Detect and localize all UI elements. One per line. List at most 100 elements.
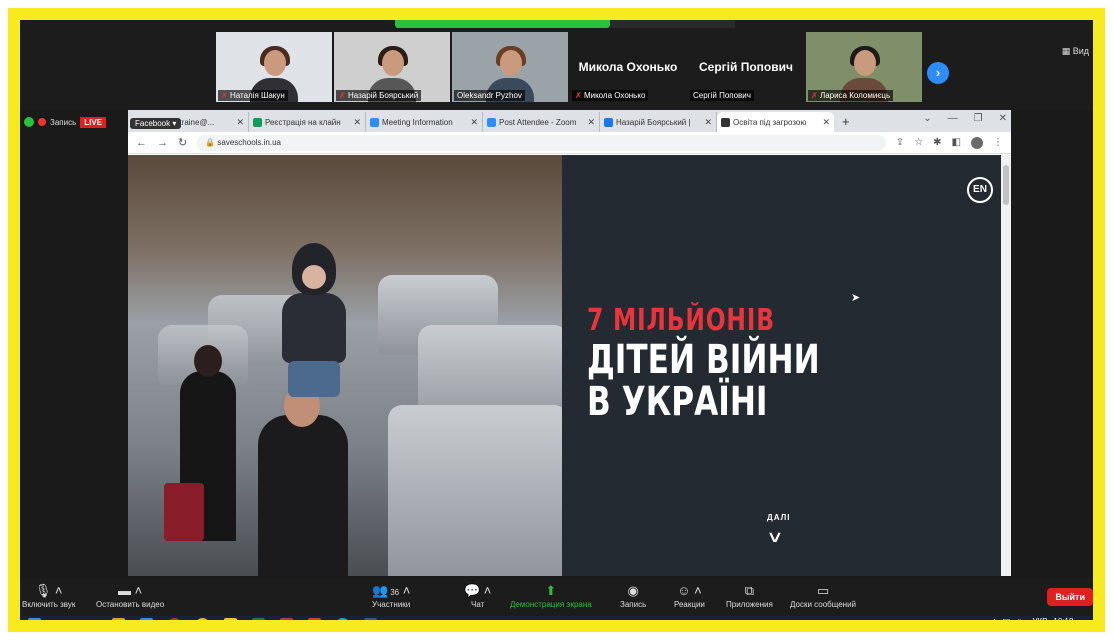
reactions-icon: ☺ ˄ — [677, 583, 702, 598]
search-icon[interactable]: ⌕ — [48, 616, 76, 621]
whiteboards-button[interactable]: ▭ Доски сообщений — [790, 582, 856, 609]
tab-search-icon[interactable]: ⌄ — [923, 113, 931, 124]
participants-button[interactable]: 👥 36 ˄ Участники — [372, 582, 410, 609]
tab-close-icon[interactable]: ✕ — [587, 117, 595, 128]
menu-icon[interactable]: ⋮ — [993, 137, 1003, 149]
page-scrollbar[interactable] — [1001, 155, 1011, 576]
word-app-icon[interactable] — [356, 616, 384, 620]
tab-title: Освіта під загрозою — [733, 117, 807, 127]
tab-close-icon[interactable]: ✕ — [236, 117, 244, 128]
telegram-app-icon[interactable] — [328, 616, 356, 620]
reload-icon[interactable]: ↻ — [178, 136, 187, 149]
participant-big-name: Микола Охонько — [578, 60, 678, 74]
sharing-indicator[interactable] — [395, 20, 610, 28]
tab-close-icon[interactable]: ✕ — [470, 117, 478, 128]
tab-favicon-icon — [253, 117, 262, 127]
record-label: Запись — [620, 600, 647, 609]
maximize-icon[interactable]: ❐ — [974, 113, 983, 124]
apps-label: Приложения — [726, 600, 773, 609]
language-switch-button[interactable]: EN — [967, 177, 993, 203]
next-participants-icon[interactable]: › — [927, 62, 949, 84]
participants-label: Участники — [372, 600, 411, 609]
live-badge[interactable]: LIVE — [80, 116, 107, 128]
participant-tile[interactable]: Наталія Шакун — [216, 32, 332, 102]
leave-meeting-button[interactable]: Выйти — [1047, 588, 1093, 606]
browser-tab[interactable]: Meeting Information ✕ — [366, 112, 483, 132]
powerpoint-app-icon[interactable] — [300, 616, 328, 620]
browser-tab[interactable]: Реєстрація на клайн ✕ — [249, 112, 366, 132]
minimize-icon[interactable]: — — [948, 113, 958, 124]
sharing-controls[interactable] — [610, 20, 735, 28]
zoom-video-strip: ▦ Вид Наталія Шакун Назарій Боярський Ol… — [20, 20, 1093, 110]
back-icon[interactable]: ← — [136, 137, 147, 149]
forward-icon[interactable]: → — [157, 137, 168, 149]
chevron-down-icon[interactable]: ∨ — [766, 527, 784, 547]
zoom-app-icon[interactable] — [132, 616, 160, 620]
network-icon[interactable]: ▤ — [1003, 617, 1011, 620]
participant-name: Микола Охонько — [572, 90, 649, 101]
view-button[interactable]: ▦ Вид — [1062, 46, 1089, 57]
tab-title: Meeting Information — [382, 117, 453, 127]
tab-close-icon[interactable]: ✕ — [353, 117, 361, 128]
flag-app-icon[interactable] — [272, 616, 300, 620]
participants-icon: 👥 36 ˄ — [372, 583, 411, 598]
mouse-cursor-icon: ➤ — [851, 292, 861, 304]
share-screen-icon: ⬆ — [545, 583, 557, 598]
browser-tab-active[interactable]: Освіта під загрозою ✕ — [717, 112, 834, 132]
excel-app-icon[interactable] — [244, 616, 272, 620]
reactions-label: Реакции — [674, 600, 705, 609]
browser-tab[interactable]: Post Attendee - Zoom ✕ — [483, 112, 600, 132]
browser-toolbar: ⇪ ☆ ✱ ◧ ⋮ — [896, 136, 1003, 149]
tab-close-icon[interactable]: ✕ — [704, 117, 712, 128]
taskbar-app-icon[interactable] — [104, 616, 132, 620]
url-field[interactable]: 🔒 saveschools.in.ua — [197, 134, 886, 151]
reactions-button[interactable]: ☺ ˄ Реакции — [674, 582, 705, 609]
start-windows-icon[interactable] — [20, 616, 48, 620]
opera-app-icon[interactable] — [160, 616, 188, 620]
bookmark-star-icon[interactable]: ☆ — [914, 137, 923, 149]
recording-dot-icon — [38, 118, 46, 126]
explorer-app-icon[interactable] — [216, 616, 244, 620]
notifications-icon[interactable]: ▭ — [1079, 617, 1087, 620]
side-panel-icon[interactable]: ◧ — [952, 137, 961, 149]
system-tray: ˄ ▤ 🔈 УКР 10:18 ▭ — [992, 617, 1087, 620]
participant-name: Oleksandr Pyzhov — [454, 90, 525, 101]
profile-avatar[interactable] — [971, 136, 983, 149]
tab-favicon-icon — [370, 117, 379, 127]
record-button[interactable]: ◉ Запись — [620, 582, 646, 609]
task-view-icon[interactable]: ⧉ — [76, 616, 104, 621]
participant-big-name: Сергій Попович — [699, 60, 793, 74]
chat-button[interactable]: 💬 ˄ Чат — [464, 582, 491, 609]
unmute-button[interactable]: 🎙 ˄ Включить звук — [22, 582, 75, 609]
headline-line1: 7 МІЛЬЙОНІВ — [587, 303, 775, 338]
apps-button[interactable]: ⧉ Приложения — [726, 582, 773, 609]
browser-window: Вход - ukraine@... ✕ Реєстрація на клайн ✕… — [128, 110, 1011, 576]
share-icon[interactable]: ⇪ — [896, 137, 904, 149]
stop-video-button[interactable]: ▬ ˄ Остановить видео — [96, 582, 164, 609]
close-window-icon[interactable]: ✕ — [999, 113, 1007, 124]
participant-tile[interactable]: Микола Охонько Микола Охонько — [570, 32, 686, 102]
new-tab-icon[interactable]: + — [834, 112, 858, 132]
video-camera-icon: ▬ ˄ — [117, 583, 143, 598]
volume-icon[interactable]: 🔈 — [1016, 617, 1026, 620]
recording-status: Запись LIVE — [20, 114, 107, 130]
participant-tile[interactable]: Oleksandr Pyzhov — [452, 32, 568, 102]
clock[interactable]: 10:18 — [1053, 617, 1073, 620]
extensions-icon[interactable]: ✱ — [933, 137, 941, 149]
participant-name: Наталія Шакун — [218, 90, 288, 101]
share-screen-button[interactable]: ⬆ Демонстрация экрана — [510, 582, 592, 609]
next-link[interactable]: ДАЛІ — [767, 513, 790, 522]
tab-close-icon[interactable]: ✕ — [822, 117, 830, 128]
participant-tile[interactable]: Сергій Попович Сергій Попович — [688, 32, 804, 102]
participant-tile[interactable]: Назарій Боярський — [334, 32, 450, 102]
participant-tile[interactable]: Лариса Коломиєць — [806, 32, 922, 102]
chrome-app-icon[interactable] — [188, 616, 216, 620]
record-icon: ◉ — [627, 583, 639, 598]
participants-count: 36 — [390, 588, 400, 597]
language-indicator[interactable]: УКР — [1032, 617, 1047, 620]
browser-tab[interactable]: Назарій Боярський | ✕ — [600, 112, 717, 132]
address-bar-row: ← → ↻ 🔒 saveschools.in.ua ⇪ ☆ ✱ ◧ ⋮ — [128, 132, 1011, 154]
tray-chevron-icon[interactable]: ˄ — [992, 617, 997, 620]
unmute-label: Включить звук — [22, 600, 76, 609]
window-controls: ⌄ — ❐ ✕ — [923, 113, 1007, 124]
